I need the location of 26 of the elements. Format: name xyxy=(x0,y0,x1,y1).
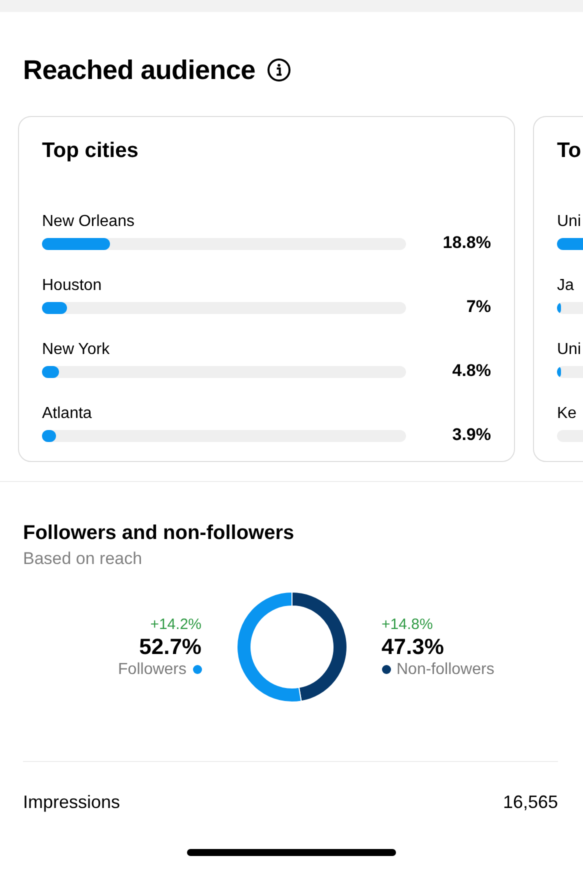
percent-value: 18.8% xyxy=(442,233,491,253)
share-value: 47.3% xyxy=(382,634,444,660)
card-title: Top cities xyxy=(42,139,140,163)
row-label: Ja xyxy=(557,276,575,296)
change-value: +14.2% xyxy=(150,616,202,632)
section-title: Followers and non-followers xyxy=(23,522,296,545)
row-label: Houston xyxy=(42,276,103,296)
legend-label: Followers xyxy=(118,660,186,678)
row-label: Ke xyxy=(557,404,578,424)
percent-value: 7% xyxy=(465,297,491,317)
info-icon[interactable] xyxy=(267,58,292,82)
change-value: +14.8% xyxy=(382,616,433,632)
stat-value: 16,565 xyxy=(502,792,558,813)
section-subtitle: Based on reach xyxy=(23,549,144,569)
share-value: 52.7% xyxy=(139,634,202,660)
row-label: Uni xyxy=(557,340,582,360)
row-label: Atlanta xyxy=(42,404,93,424)
percent-value: 4.8% xyxy=(451,361,491,381)
card-title: To xyxy=(557,139,582,163)
percent-value: 3.9% xyxy=(451,425,491,445)
legend-label: Non-followers xyxy=(396,660,494,678)
row-label: Uni xyxy=(557,212,582,232)
row-label: New York xyxy=(42,340,111,360)
stat-label: Impressions xyxy=(23,792,120,813)
section-title: Reached audience xyxy=(23,54,256,86)
row-label: New Orleans xyxy=(42,212,136,232)
